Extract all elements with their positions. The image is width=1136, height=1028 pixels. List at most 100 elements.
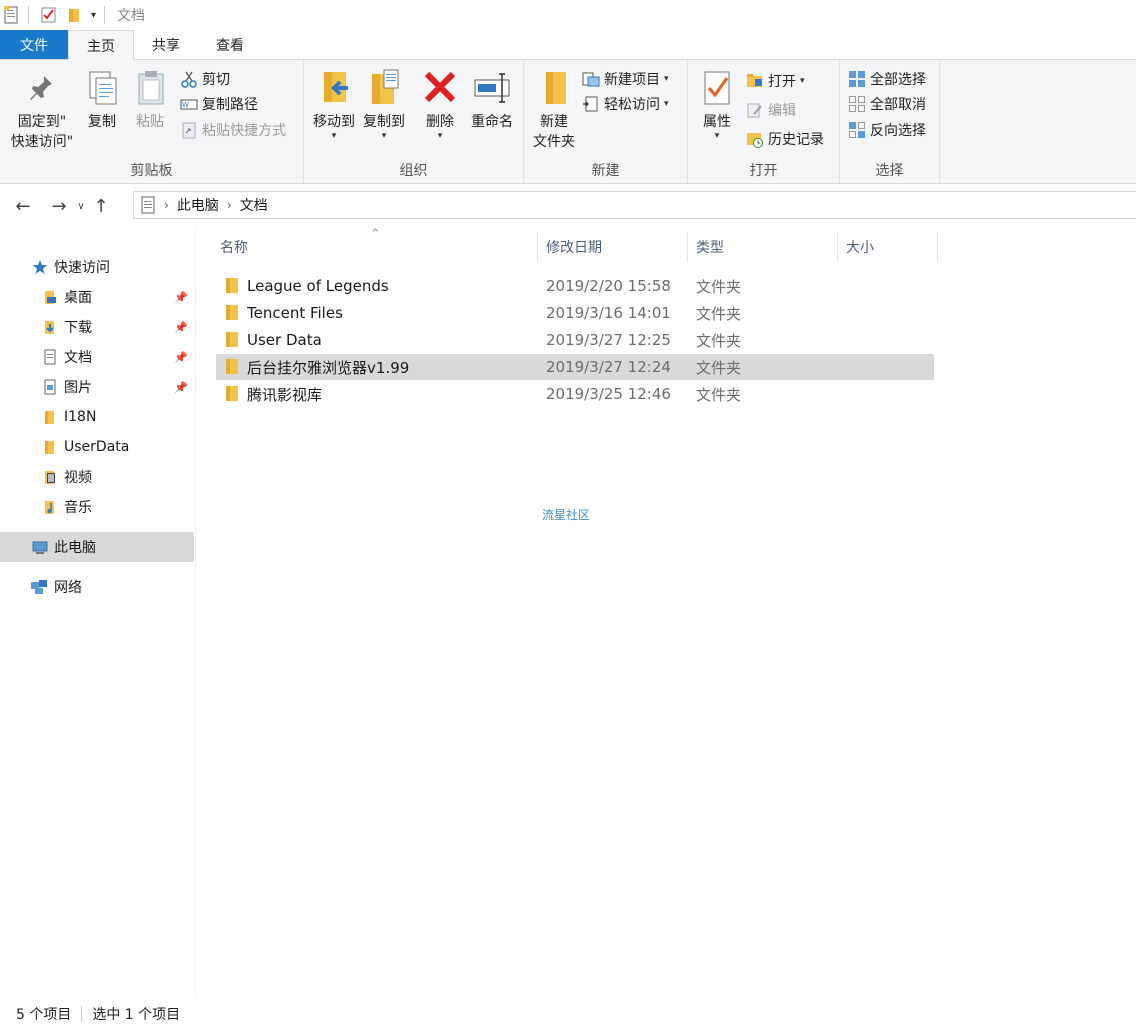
nav-item-userdata[interactable]: UserData [0,432,194,462]
chevron-down-icon: ▾ [664,99,669,109]
videos-icon [42,469,58,485]
file-row[interactable]: User Data 2019/3/27 12:25 文件夹 [216,327,934,353]
copy-path-button[interactable]: W 复制路径 [180,93,258,115]
nav-network[interactable]: 网络 [0,572,194,602]
select-all-button[interactable]: 全部选择 [848,68,926,90]
file-row-selected[interactable]: 后台挂尔雅浏览器v1.99 2019/3/27 12:24 文件夹 [216,354,934,380]
nav-item-desktop[interactable]: 桌面 📌 [0,282,194,312]
paste-shortcut-button[interactable]: 粘贴快捷方式 [180,119,286,141]
file-row[interactable]: Tencent Files 2019/3/16 14:01 文件夹 [216,300,934,326]
quick-access-dropdown-icon[interactable]: ▾ [91,10,96,21]
file-name: 腾讯影视库 [247,385,323,404]
copy-icon [82,68,122,110]
cut-button[interactable]: 剪切 [180,68,230,90]
pin-icon[interactable]: 📌 [174,291,188,304]
tab-home[interactable]: 主页 [68,30,134,61]
history-button[interactable]: 历史记录 [746,128,824,150]
nav-quick-access[interactable]: 快速访问 [0,252,194,282]
nav-item-pictures[interactable]: 图片 📌 [0,372,194,402]
folder-icon [226,332,238,347]
easy-access-button[interactable]: 轻松访问 ▾ [582,93,669,115]
folder-icon [226,305,238,320]
selected-count: 选中 1 个项目 [92,1007,181,1023]
up-arrow-icon[interactable]: ↑ [88,191,114,221]
pin-icon[interactable]: 📌 [174,321,188,334]
breadcrumb-chevron-icon[interactable]: › [227,198,232,212]
pictures-icon [42,379,58,395]
chevron-down-icon: ▾ [714,131,720,141]
document-location-icon [140,196,156,214]
tab-share[interactable]: 共享 [134,30,198,59]
ribbon-tabs: 文件 主页 共享 查看 [0,30,1136,61]
folder-icon [226,359,238,374]
delete-button[interactable]: 删除 ▾ [418,68,462,141]
address-box[interactable]: › 此电脑 › 文档 [133,191,1136,219]
paste-button[interactable]: 粘贴 [128,68,172,132]
pin-icon[interactable]: 📌 [174,351,188,364]
edit-icon [746,101,764,119]
column-header-name[interactable]: 名称 [216,232,538,262]
item-count: 5 个项目 [16,1007,72,1023]
file-row[interactable]: 腾讯影视库 2019/3/25 12:46 文件夹 [216,381,934,407]
forward-arrow-icon[interactable]: → [44,191,74,221]
file-type: 文件夹 [696,385,742,404]
new-folder-button[interactable]: 新建 文件夹 [530,68,578,152]
copy-button[interactable]: 复制 [80,68,124,132]
properties-icon [697,68,737,110]
back-arrow-icon[interactable]: ← [8,191,38,221]
open-button[interactable]: 打开 ▾ [746,70,805,92]
recent-locations-chevron-icon[interactable]: ∨ [74,191,88,221]
open-group-label: 打开 [749,163,778,179]
select-group: 全部选择 全部取消 反向选择 选择 [840,60,940,184]
file-type: 文件夹 [696,277,742,296]
pin-to-quick-access-button[interactable]: 固定到" 快速访问" [6,68,78,152]
pin-icon [22,68,62,110]
folder-icon [226,386,238,401]
chevron-down-icon: ▾ [437,131,443,141]
edit-button[interactable]: 编辑 [746,99,796,121]
properties-button[interactable]: 属性 ▾ [694,68,740,141]
move-to-button[interactable]: 移动到 ▾ [310,68,358,141]
select-none-button[interactable]: 全部取消 [848,93,926,115]
file-type: 文件夹 [696,304,742,323]
desktop-folder-icon [42,289,58,305]
column-header-size[interactable]: 大小 [842,232,938,262]
breadcrumb-chevron-icon[interactable]: › [164,198,169,212]
new-folder-icon[interactable] [67,6,83,24]
nav-this-pc[interactable]: 此电脑 [0,532,194,562]
properties-checkmark-icon[interactable] [41,6,57,24]
nav-item-i18n[interactable]: I18N [0,402,194,432]
nav-item-downloads[interactable]: 下载 📌 [0,312,194,342]
nav-item-videos[interactable]: 视频 [0,462,194,492]
nav-item-music[interactable]: 音乐 [0,492,194,522]
breadcrumb-this-pc[interactable]: 此电脑 [177,195,219,215]
nav-item-documents[interactable]: 文档 📌 [0,342,194,372]
separator [81,1006,83,1022]
copy-to-icon [364,68,404,110]
delete-x-icon [420,68,460,110]
computer-icon [32,539,48,555]
title-bar: ▾ 文档 [0,0,1136,30]
scissors-icon [180,70,198,88]
new-group: 新建 文件夹 新建项目 ▾ 轻松访问 ▾ 新建 [524,60,688,184]
tab-view[interactable]: 查看 [198,30,262,59]
organize-group: 移动到 ▾ 复制到 ▾ 删除 ▾ 重命名 组织 [304,60,524,184]
copy-to-button[interactable]: 复制到 ▾ [360,68,408,141]
file-type: 文件夹 [696,358,742,377]
file-type: 文件夹 [696,331,742,350]
folder-icon [42,439,58,455]
file-row[interactable]: League of Legends 2019/2/20 15:58 文件夹 [216,273,934,299]
column-header-type[interactable]: 类型 [692,232,838,262]
rename-icon [472,68,512,110]
file-name: 后台挂尔雅浏览器v1.99 [247,358,410,377]
new-folder-icon [534,68,574,110]
invert-selection-button[interactable]: 反向选择 [848,119,926,141]
new-item-button[interactable]: 新建项目 ▾ [582,68,669,90]
breadcrumb-documents[interactable]: 文档 [240,195,268,215]
rename-button[interactable]: 重命名 [466,68,518,132]
folder-icon [42,409,58,425]
column-header-date[interactable]: 修改日期 [542,232,688,262]
pin-icon[interactable]: 📌 [174,381,188,394]
select-all-icon [848,70,866,88]
tab-file[interactable]: 文件 [0,30,68,59]
